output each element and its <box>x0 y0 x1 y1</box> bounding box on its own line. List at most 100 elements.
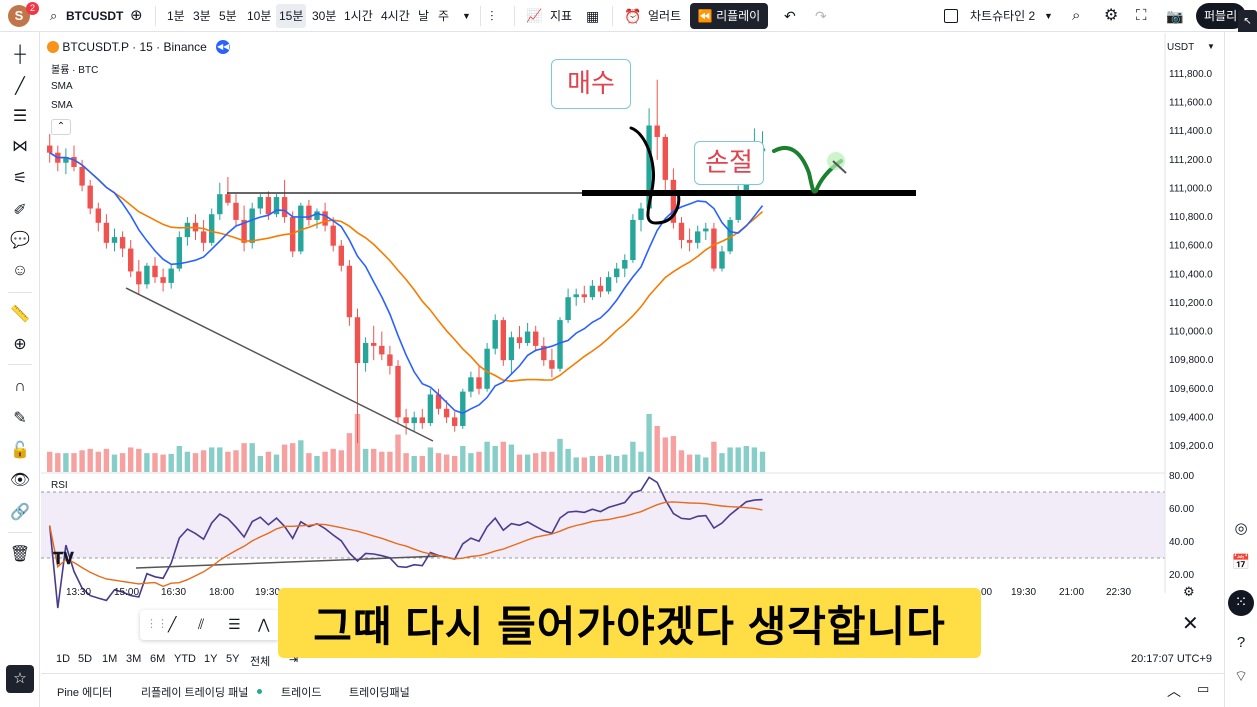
tab-trading-panel[interactable]: 트레이딩패널 <box>349 684 410 700</box>
currency-selector[interactable]: USDT <box>1167 42 1194 53</box>
layout-checkbox[interactable] <box>944 9 958 23</box>
tf-week[interactable]: 주 <box>435 4 452 28</box>
trendline-icon[interactable]: ╱ <box>9 76 31 98</box>
alert-button[interactable]: 얼러트 <box>648 4 681 28</box>
sma-legend-1[interactable]: SMA <box>51 81 73 92</box>
line-tool-icon[interactable]: ╱ <box>168 616 176 633</box>
candles-icon[interactable]: ⫶ <box>490 4 494 28</box>
stop-loss-annotation[interactable]: 손절 <box>694 141 764 185</box>
compare-add-icon[interactable]: ⊕ <box>130 4 143 28</box>
axis-settings-icon[interactable]: ⚙ <box>1183 584 1195 600</box>
layout-name[interactable]: 차트슈타인 2 <box>970 4 1035 28</box>
tab-trade[interactable]: 트레이드 <box>281 684 321 700</box>
volume-bar <box>249 443 255 472</box>
tf-3m[interactable]: 3분 <box>190 4 214 28</box>
volume-bar <box>47 451 53 472</box>
horizontal-lines-icon[interactable]: ☰ <box>9 106 31 128</box>
price-chart[interactable]: 111,800.0 111,600.0 111,400.0 111,200.0 111,… <box>41 33 1224 673</box>
emoji-icon[interactable]: ☺ <box>9 260 31 282</box>
tf-10m[interactable]: 10분 <box>244 4 274 28</box>
range-5y[interactable]: 5Y <box>226 653 239 665</box>
indicators-button[interactable]: 지표 <box>550 4 572 28</box>
symbol-search[interactable]: BTCUSDT <box>66 4 123 28</box>
chevron-down-icon[interactable]: ▼ <box>462 4 471 28</box>
brush-icon[interactable]: ✐ <box>9 200 31 222</box>
channel-tool-icon[interactable]: ⫽ <box>198 616 204 633</box>
question-icon[interactable]: ? <box>1230 632 1252 654</box>
candle-body <box>605 277 612 292</box>
range-6m[interactable]: 6M <box>150 653 165 665</box>
maximize-icon[interactable]: ▭ <box>1197 681 1209 697</box>
tf-30m[interactable]: 30분 <box>309 4 339 28</box>
range-1y[interactable]: 1Y <box>204 653 217 665</box>
range-3m[interactable]: 3M <box>126 653 141 665</box>
link-icon[interactable]: 🔗 <box>9 502 31 524</box>
tf-4h[interactable]: 4시간 <box>378 4 413 28</box>
replay-button[interactable]: ⏪ 리플레이 <box>690 3 768 29</box>
tab-replay-trading-panel[interactable]: 리플레이 트레이딩 패널 <box>141 684 248 700</box>
volume-bar <box>500 441 506 472</box>
lock-icon[interactable]: 🔓 <box>9 440 31 462</box>
legend-title[interactable]: BTCUSDT.P · 15 · Binance <box>62 40 207 54</box>
chevron-down-icon[interactable]: ▼ <box>1207 42 1215 51</box>
camera-icon[interactable]: 📷 <box>1166 4 1183 28</box>
magnet-icon[interactable]: ∩ <box>9 376 31 398</box>
tab-pine-editor[interactable]: Pine 에디터 <box>57 684 112 700</box>
volume-bar <box>184 451 191 472</box>
rsi-legend[interactable]: RSI <box>51 480 68 491</box>
fullscreen-icon[interactable]: ⛶ <box>1136 4 1147 28</box>
quick-search-icon[interactable]: ⌕ <box>1072 4 1080 28</box>
drag-handle-icon[interactable]: ⋮⋮ <box>146 617 168 630</box>
ruler-icon[interactable]: 📏 <box>9 304 31 326</box>
lock-drawing-icon[interactable]: ✎ <box>9 408 31 430</box>
search-icon[interactable]: ⌕ <box>50 4 57 28</box>
apps-grid-icon[interactable]: ⁙ <box>1228 590 1254 616</box>
tf-5m[interactable]: 5분 <box>216 4 240 28</box>
undo-icon[interactable]: ↶ <box>784 4 796 28</box>
chevron-down-icon[interactable]: ▼ <box>1044 4 1053 28</box>
chart-area[interactable]: 111,800.0 111,600.0 111,400.0 111,200.0 111,… <box>41 33 1224 673</box>
favorites-star-icon[interactable]: ☆ <box>6 665 34 693</box>
volume-bar <box>686 454 693 472</box>
sma-legend-2[interactable]: SMA <box>51 100 73 111</box>
close-icon[interactable]: ✕ <box>1182 611 1199 636</box>
crosshair-icon[interactable]: ┼ <box>9 44 31 66</box>
clock-display[interactable]: 20:17:07 UTC+9 <box>1131 653 1212 665</box>
signal-icon[interactable]: ⌔ <box>1230 666 1252 688</box>
zoom-in-icon[interactable]: ⊕ <box>9 334 31 356</box>
range-1m[interactable]: 1M <box>102 653 117 665</box>
target-icon[interactable]: ◎ <box>1230 518 1252 540</box>
cursor-icon[interactable]: ↖ <box>1240 14 1255 29</box>
replay-marker-icon[interactable]: ◀◀ <box>216 39 231 54</box>
redo-icon[interactable]: ↷ <box>815 4 827 28</box>
calendar-icon[interactable]: 📅 <box>1230 552 1252 574</box>
range-5d[interactable]: 5D <box>78 653 92 665</box>
fib-tool-icon[interactable]: ☰ <box>228 616 241 633</box>
layouts-icon[interactable]: ▦ <box>586 4 599 28</box>
legend-collapse-button[interactable]: ⌃ <box>51 119 71 135</box>
price-axis: 111,800.0 111,600.0 111,400.0 111,200.0 111,… <box>1169 69 1214 452</box>
tf-15m[interactable]: 15분 <box>276 4 307 28</box>
tf-1h[interactable]: 1시간 <box>341 4 376 28</box>
settings-icon[interactable]: ⚙ <box>1104 4 1118 28</box>
trash-icon[interactable]: 🗑 <box>9 544 31 566</box>
text-comment-icon[interactable]: 💬 <box>9 230 31 252</box>
volume-legend[interactable]: 볼륨 · BTC <box>51 61 98 76</box>
eye-icon[interactable]: 👁 <box>9 470 31 492</box>
pattern-tool-icon[interactable]: ⋀ <box>258 616 269 633</box>
alarm-icon[interactable]: ⏰ <box>624 4 641 28</box>
range-all[interactable]: 전체 <box>250 653 270 669</box>
pattern-icon[interactable]: ⋈ <box>9 136 31 158</box>
buy-annotation[interactable]: 매수 <box>551 59 631 109</box>
volume-bar <box>670 436 677 472</box>
chevron-up-icon[interactable]: ︿ <box>1167 681 1181 701</box>
tf-1m[interactable]: 1분 <box>164 4 188 28</box>
fib-icon[interactable]: ⚟ <box>9 168 31 190</box>
range-ytd[interactable]: YTD <box>174 653 196 665</box>
tf-day[interactable]: 날 <box>415 4 432 28</box>
range-1d[interactable]: 1D <box>56 653 70 665</box>
candle-body <box>362 342 369 364</box>
indicators-icon[interactable]: 📈 <box>526 4 542 28</box>
price-tick-label: 110,400.0 <box>1169 269 1213 280</box>
goto-date-icon[interactable]: ⇥ <box>289 653 298 666</box>
